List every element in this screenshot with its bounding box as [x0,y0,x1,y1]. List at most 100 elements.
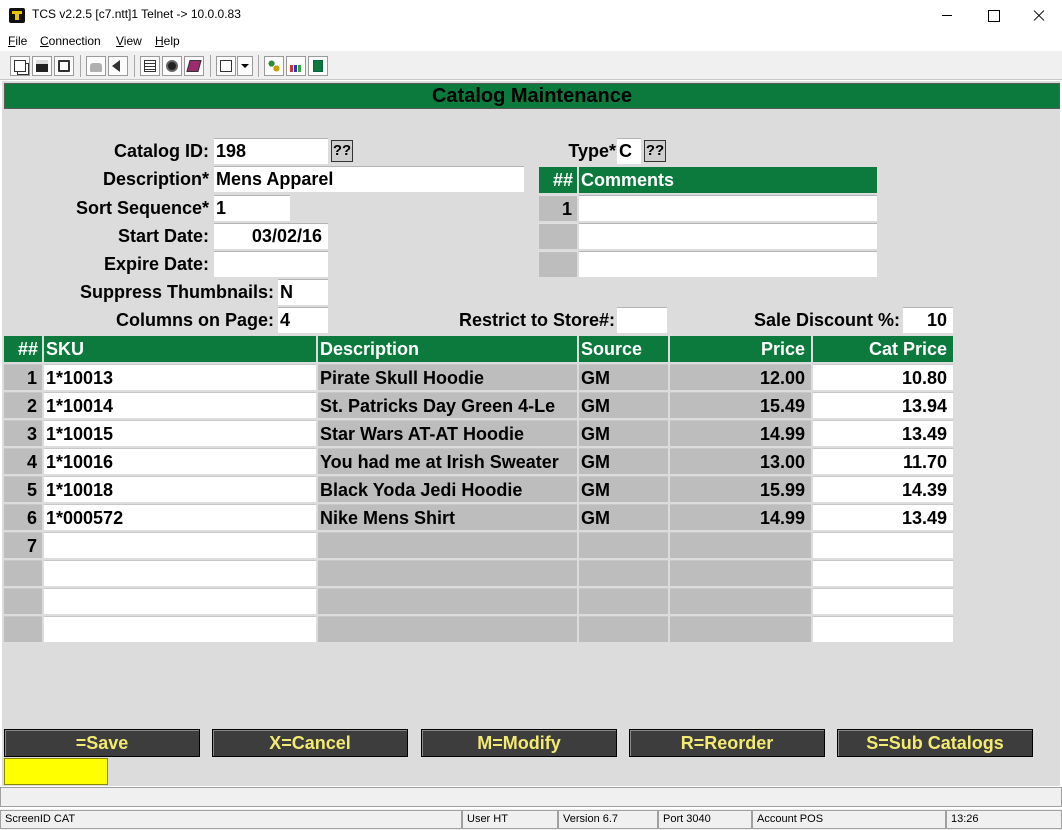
sku-cell[interactable] [44,532,316,558]
row-number [4,560,42,586]
chart-icon[interactable] [286,56,306,76]
cat-price-cell[interactable] [813,560,953,586]
source-cell [579,532,668,558]
command-input[interactable] [4,758,108,785]
price-cell: 14.99 [670,504,811,530]
catalog-maintenance-screen: Catalog Maintenance Catalog ID: 198 ?? D… [2,81,1060,786]
cat-price-cell[interactable]: 14.39 [813,476,953,502]
description-cell [318,560,577,586]
comment-row-field[interactable] [579,195,877,221]
menu-bar: File Connection View Help [0,31,1062,50]
description-cell: Pirate Skull Hoodie [318,364,577,390]
row-number: 2 [4,392,42,418]
suppress-thumbnails-field[interactable]: N [278,279,328,305]
minimize-button[interactable] [924,0,970,31]
close-button[interactable] [1016,0,1062,31]
items-header-price: Price [670,336,811,362]
start-date-field[interactable]: 03/02/16 [214,223,328,249]
columns-on-page-field[interactable]: 4 [278,307,328,333]
description-cell: Star Wars AT-AT Hoodie [318,420,577,446]
restrict-store-label: Restrict to Store#: [458,310,615,330]
menu-connection[interactable]: Connection [40,34,101,48]
menu-view[interactable]: View [116,34,142,48]
sku-cell[interactable] [44,588,316,614]
status-time: 13:26 [946,810,1062,829]
description-cell [318,588,577,614]
paste-icon[interactable] [216,56,236,76]
row-number: 5 [4,476,42,502]
items-header-source: Source [579,336,668,362]
source-cell: GM [579,392,668,418]
cat-price-cell[interactable] [813,588,953,614]
dropdown-arrow-icon[interactable] [237,56,253,76]
maximize-button[interactable] [970,0,1016,31]
toolbar-separator [258,55,259,77]
sku-cell[interactable]: 1*10015 [44,420,316,446]
source-cell [579,560,668,586]
modify-button[interactable]: M=Modify [421,729,617,757]
sku-cell[interactable]: 1*10014 [44,392,316,418]
sound-icon[interactable] [108,56,128,76]
cat-price-cell[interactable]: 11.70 [813,448,953,474]
calculator-icon[interactable] [308,56,328,76]
row-number: 4 [4,448,42,474]
price-cell: 14.99 [670,420,811,446]
row-number [4,616,42,642]
sku-cell[interactable]: 1*10018 [44,476,316,502]
cat-price-cell[interactable]: 13.49 [813,420,953,446]
cancel-button[interactable]: X=Cancel [212,729,408,757]
cat-price-cell[interactable] [813,616,953,642]
sku-cell[interactable]: 1*10016 [44,448,316,474]
properties-icon[interactable] [140,56,160,76]
comment-row-number [539,223,577,249]
catalog-id-field[interactable]: 198 [214,138,328,164]
cat-price-cell[interactable] [813,532,953,558]
sort-sequence-field[interactable]: 1 [214,195,290,221]
reorder-button[interactable]: R=Reorder [629,729,825,757]
items-header-description: Description [318,336,577,362]
save-icon[interactable] [32,56,52,76]
items-header-sku: SKU [44,336,316,362]
menu-file[interactable]: File [8,34,27,48]
sub-catalogs-button[interactable]: S=Sub Catalogs [837,729,1033,757]
price-cell [670,616,811,642]
description-cell [318,616,577,642]
source-cell: GM [579,420,668,446]
status-version: Version 6.7 [558,810,658,829]
description-field[interactable]: Mens Apparel [214,166,524,192]
book-icon[interactable] [184,56,204,76]
start-date-label: Start Date: [117,226,209,246]
monitor-icon[interactable] [162,56,182,76]
comment-row-field[interactable] [579,251,877,277]
sku-cell[interactable] [44,616,316,642]
row-number: 1 [4,364,42,390]
cat-price-cell[interactable]: 10.80 [813,364,953,390]
print-icon[interactable] [54,56,74,76]
cat-price-cell[interactable]: 13.94 [813,392,953,418]
network-icon[interactable] [264,56,284,76]
price-cell: 13.00 [670,448,811,474]
page-title: Catalog Maintenance [4,83,1060,109]
restrict-store-field[interactable] [617,307,667,333]
type-field[interactable]: C [617,138,641,164]
row-number: 6 [4,504,42,530]
sku-cell[interactable]: 1*10013 [44,364,316,390]
copy-icon[interactable] [10,56,30,76]
sku-cell[interactable]: 1*000572 [44,504,316,530]
comment-row-field[interactable] [579,223,877,249]
price-cell: 15.99 [670,476,811,502]
lock-icon[interactable] [86,56,106,76]
sku-cell[interactable] [44,560,316,586]
catalog-id-lookup-button[interactable]: ?? [331,140,353,162]
cat-price-cell[interactable]: 13.49 [813,504,953,530]
type-lookup-button[interactable]: ?? [644,140,666,162]
status-port: Port 3040 [658,810,752,829]
toolbar-separator [80,55,81,77]
menu-help[interactable]: Help [155,34,180,48]
toolbar-separator [134,55,135,77]
items-header-cat-price: Cat Price [813,336,953,362]
expire-date-field[interactable] [214,251,328,277]
save-button[interactable]: =Save [4,729,200,757]
sale-discount-field[interactable]: 10 [903,307,953,333]
comment-row-number: 1 [539,195,577,221]
